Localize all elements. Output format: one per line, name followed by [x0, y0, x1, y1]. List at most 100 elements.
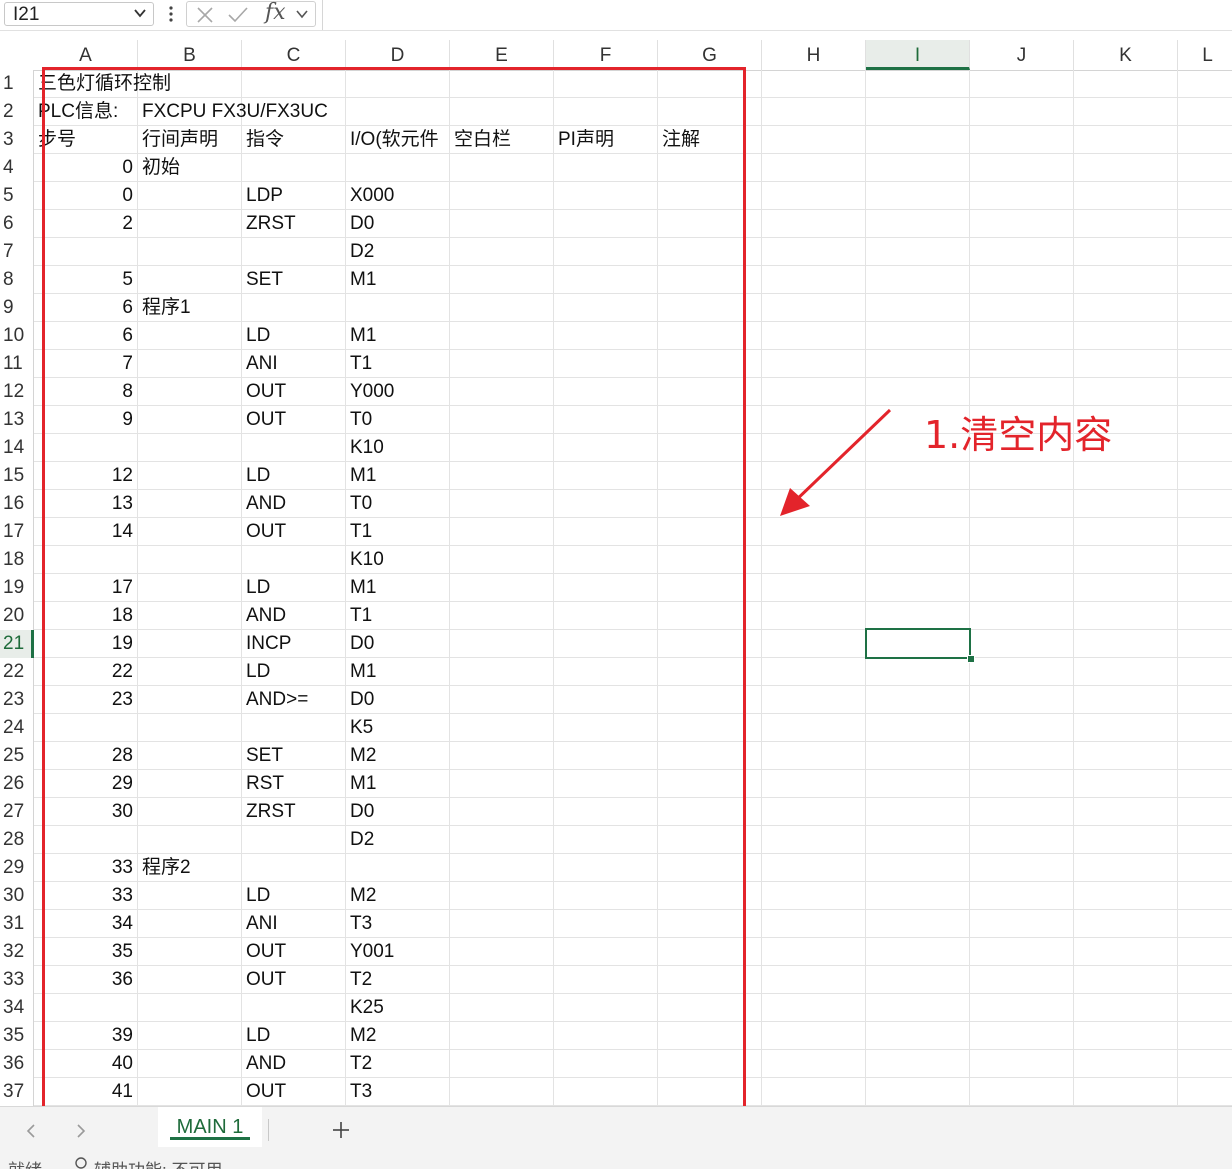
cell-i34[interactable]	[866, 994, 970, 1022]
cell-l36[interactable]	[1178, 1050, 1232, 1078]
cell-k30[interactable]	[1074, 882, 1178, 910]
cell-j6[interactable]	[970, 210, 1074, 238]
cell-k23[interactable]	[1074, 686, 1178, 714]
cell-j36[interactable]	[970, 1050, 1074, 1078]
row-header-37[interactable]: 37	[0, 1078, 34, 1106]
cell-j16[interactable]	[970, 490, 1074, 518]
row-header-22[interactable]: 22	[0, 658, 34, 686]
cell-h37[interactable]	[762, 1078, 866, 1106]
cell-j26[interactable]	[970, 770, 1074, 798]
cell-k37[interactable]	[1074, 1078, 1178, 1106]
cell-k25[interactable]	[1074, 742, 1178, 770]
row-header-35[interactable]: 35	[0, 1022, 34, 1050]
cell-k15[interactable]	[1074, 462, 1178, 490]
cell-h30[interactable]	[762, 882, 866, 910]
cell-h31[interactable]	[762, 910, 866, 938]
row-header-15[interactable]: 15	[0, 462, 34, 490]
cell-i5[interactable]	[866, 182, 970, 210]
formula-input[interactable]	[322, 0, 1232, 30]
cell-k20[interactable]	[1074, 602, 1178, 630]
cell-i20[interactable]	[866, 602, 970, 630]
column-header-e[interactable]: E	[450, 40, 554, 70]
row-header-8[interactable]: 8	[0, 266, 34, 294]
cell-l21[interactable]	[1178, 630, 1232, 658]
cell-j29[interactable]	[970, 854, 1074, 882]
cell-l37[interactable]	[1178, 1078, 1232, 1106]
cell-k21[interactable]	[1074, 630, 1178, 658]
row-header-4[interactable]: 4	[0, 154, 34, 182]
cell-i29[interactable]	[866, 854, 970, 882]
cell-l24[interactable]	[1178, 714, 1232, 742]
cell-l29[interactable]	[1178, 854, 1232, 882]
cell-i26[interactable]	[866, 770, 970, 798]
cell-l12[interactable]	[1178, 378, 1232, 406]
select-all-corner[interactable]	[0, 40, 34, 70]
row-header-13[interactable]: 13	[0, 406, 34, 434]
cell-k36[interactable]	[1074, 1050, 1178, 1078]
cell-l6[interactable]	[1178, 210, 1232, 238]
cell-l22[interactable]	[1178, 658, 1232, 686]
cell-j4[interactable]	[970, 154, 1074, 182]
cell-l31[interactable]	[1178, 910, 1232, 938]
cell-k10[interactable]	[1074, 322, 1178, 350]
row-header-24[interactable]: 24	[0, 714, 34, 742]
cell-j24[interactable]	[970, 714, 1074, 742]
cell-h4[interactable]	[762, 154, 866, 182]
row-header-9[interactable]: 9	[0, 294, 34, 322]
row-header-25[interactable]: 25	[0, 742, 34, 770]
row-header-10[interactable]: 10	[0, 322, 34, 350]
cell-i35[interactable]	[866, 1022, 970, 1050]
cell-h9[interactable]	[762, 294, 866, 322]
row-header-32[interactable]: 32	[0, 938, 34, 966]
cell-l8[interactable]	[1178, 266, 1232, 294]
row-header-20[interactable]: 20	[0, 602, 34, 630]
row-header-2[interactable]: 2	[0, 98, 34, 126]
cell-l17[interactable]	[1178, 518, 1232, 546]
cell-k27[interactable]	[1074, 798, 1178, 826]
cell-j1[interactable]	[970, 70, 1074, 98]
column-header-g[interactable]: G	[658, 40, 762, 70]
row-header-23[interactable]: 23	[0, 686, 34, 714]
cell-l16[interactable]	[1178, 490, 1232, 518]
column-header-l[interactable]: L	[1178, 40, 1232, 70]
row-header-30[interactable]: 30	[0, 882, 34, 910]
cell-i28[interactable]	[866, 826, 970, 854]
chevron-left-icon[interactable]	[24, 1123, 38, 1139]
more-options-icon[interactable]	[166, 4, 176, 24]
cell-i10[interactable]	[866, 322, 970, 350]
cell-j2[interactable]	[970, 98, 1074, 126]
cell-l4[interactable]	[1178, 154, 1232, 182]
row-header-26[interactable]: 26	[0, 770, 34, 798]
cell-j5[interactable]	[970, 182, 1074, 210]
cell-l18[interactable]	[1178, 546, 1232, 574]
cell-k26[interactable]	[1074, 770, 1178, 798]
row-header-36[interactable]: 36	[0, 1050, 34, 1078]
cell-j11[interactable]	[970, 350, 1074, 378]
row-header-19[interactable]: 19	[0, 574, 34, 602]
row-header-29[interactable]: 29	[0, 854, 34, 882]
cell-j18[interactable]	[970, 546, 1074, 574]
cell-j28[interactable]	[970, 826, 1074, 854]
row-header-6[interactable]: 6	[0, 210, 34, 238]
cell-k28[interactable]	[1074, 826, 1178, 854]
cell-h18[interactable]	[762, 546, 866, 574]
row-header-1[interactable]: 1	[0, 70, 34, 98]
cell-l19[interactable]	[1178, 574, 1232, 602]
cell-h11[interactable]	[762, 350, 866, 378]
cell-k9[interactable]	[1074, 294, 1178, 322]
cell-h29[interactable]	[762, 854, 866, 882]
cell-k24[interactable]	[1074, 714, 1178, 742]
cell-l9[interactable]	[1178, 294, 1232, 322]
cell-j30[interactable]	[970, 882, 1074, 910]
cell-k3[interactable]	[1074, 126, 1178, 154]
column-header-c[interactable]: C	[242, 40, 346, 70]
column-header-b[interactable]: B	[138, 40, 242, 70]
cell-k22[interactable]	[1074, 658, 1178, 686]
cell-k18[interactable]	[1074, 546, 1178, 574]
cell-k16[interactable]	[1074, 490, 1178, 518]
cell-k11[interactable]	[1074, 350, 1178, 378]
row-header-31[interactable]: 31	[0, 910, 34, 938]
row-header-21[interactable]: 21	[0, 630, 34, 658]
cell-j34[interactable]	[970, 994, 1074, 1022]
insert-function-icon[interactable]: fx	[265, 0, 286, 25]
